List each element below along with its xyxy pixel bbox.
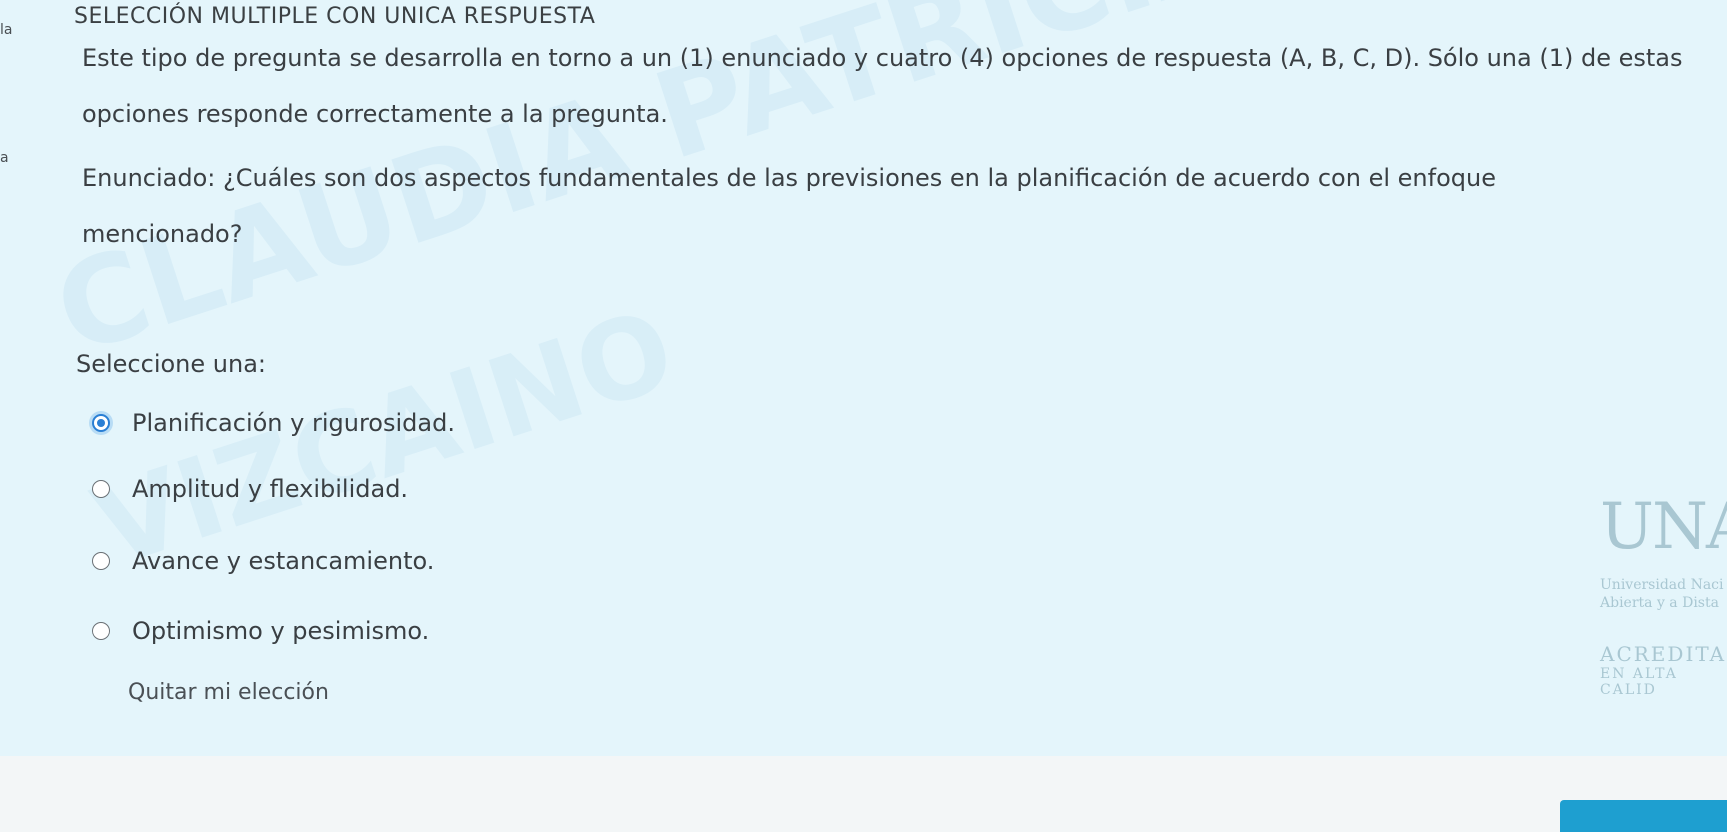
lower-area bbox=[0, 756, 1727, 832]
next-page-button[interactable] bbox=[1560, 800, 1727, 832]
option-a-label[interactable]: Planificación y rigurosidad. bbox=[132, 409, 455, 437]
logo-text-2: Abierta y a Dista bbox=[1600, 595, 1719, 611]
university-logo: UNA Universidad Naci Abierta y a Dista A… bbox=[1600, 490, 1727, 740]
radio-d[interactable] bbox=[92, 622, 110, 640]
option-d-label[interactable]: Optimismo y pesimismo. bbox=[132, 617, 429, 645]
option-c[interactable]: Avance y estancamiento. bbox=[92, 544, 434, 578]
option-a[interactable]: Planificación y rigurosidad. bbox=[92, 406, 455, 440]
question-intro: Este tipo de pregunta se desarrolla en t… bbox=[82, 44, 1683, 128]
logo-text-1: Universidad Naci bbox=[1600, 577, 1724, 593]
side-fragment-2: a bbox=[0, 150, 9, 166]
logo-accreditation-sub: EN ALTA CALID bbox=[1600, 666, 1678, 698]
radio-c[interactable] bbox=[92, 552, 110, 570]
radio-b[interactable] bbox=[92, 480, 110, 498]
question-type-heading: SELECCIÓN MULTIPLE CON UNICA RESPUESTA bbox=[74, 4, 596, 29]
clear-choice-link[interactable]: Quitar mi elección bbox=[128, 680, 329, 705]
radio-a[interactable] bbox=[92, 414, 110, 432]
logo-letters: UNA bbox=[1600, 490, 1727, 564]
select-one-label: Seleccione una: bbox=[76, 350, 266, 378]
option-c-label[interactable]: Avance y estancamiento. bbox=[132, 547, 434, 575]
page: CLAUDIA PATRICIA CUBILLOS VIZCAINO UNA U… bbox=[0, 0, 1727, 832]
question-statement: Enunciado: ¿Cuáles son dos aspectos fund… bbox=[82, 164, 1496, 248]
logo-accreditation: ACREDITAD bbox=[1600, 642, 1727, 666]
option-b[interactable]: Amplitud y flexibilidad. bbox=[92, 472, 408, 506]
option-d[interactable]: Optimismo y pesimismo. bbox=[92, 614, 429, 648]
option-b-label[interactable]: Amplitud y flexibilidad. bbox=[132, 475, 408, 503]
side-fragment-1: la bbox=[0, 22, 13, 38]
